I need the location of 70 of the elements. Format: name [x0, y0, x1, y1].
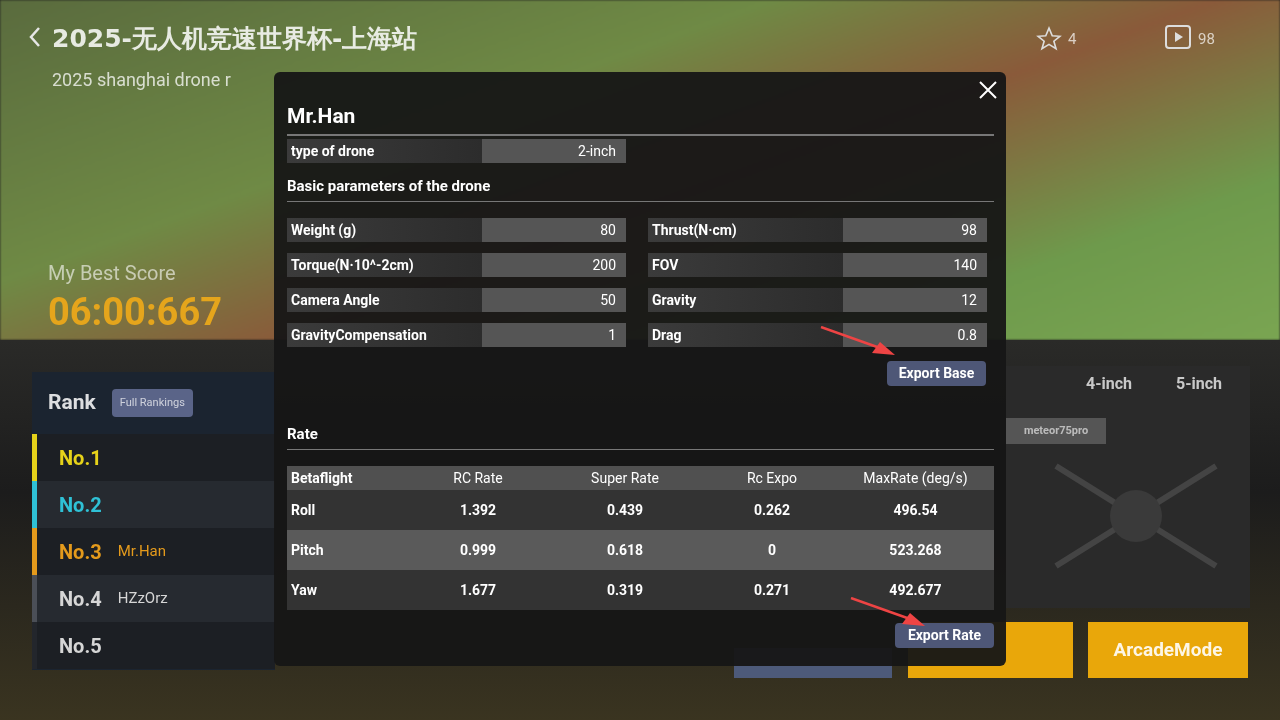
table-cell-text: 496.54 — [892, 500, 939, 520]
rank-row[interactable]: No.4 HZzOrz — [32, 575, 275, 622]
parameter-value: 50 — [482, 288, 626, 312]
video-count: 98 — [1198, 29, 1215, 50]
table-cell-text: 492.677 — [888, 580, 943, 600]
parameter-value: 140 — [843, 253, 987, 277]
table-cell-text: 0.618 — [605, 540, 645, 560]
rank-place: No.3 — [59, 538, 102, 566]
player-name: Mr.Han — [117, 541, 167, 563]
table-cell-text: 0.439 — [605, 500, 645, 520]
page-title: 2025-无人机竞速世界杯-上海站 — [52, 23, 418, 55]
table-cell-text: Yaw — [290, 580, 318, 600]
parameter-label: Camera Angle — [287, 288, 482, 312]
parameter-value: 1 — [482, 323, 626, 347]
player-name-heading: Mr.Han — [287, 103, 357, 130]
star-icon[interactable] — [1036, 26, 1062, 52]
parameter-label: Weight (g) — [287, 218, 482, 242]
best-score-time: 06:00:667 — [48, 289, 223, 336]
column-header: Rc Expo — [745, 468, 799, 488]
size-tab[interactable]: 4-inch — [1086, 372, 1132, 396]
full-rankings-button[interactable]: Full Rankings — [111, 389, 193, 417]
parameter-label: Thrust(N·cm) — [648, 218, 843, 242]
column-header: RC Rate — [452, 468, 504, 488]
parameter-value: 80 — [482, 218, 626, 242]
parameter-label: FOV — [648, 253, 843, 277]
table-cell-text: Pitch — [290, 540, 325, 560]
parameter-value: 200 — [482, 253, 626, 277]
back-chevron-icon[interactable] — [28, 26, 42, 48]
table-cell-text: 1.392 — [458, 500, 498, 520]
column-header: Betaflight — [290, 468, 354, 488]
parameter-value: 98 — [843, 218, 987, 242]
rank-place: No.5 — [59, 632, 102, 660]
rank-row[interactable]: No.2 — [32, 481, 275, 528]
table-cell-text: 523.268 — [888, 540, 943, 560]
table-cell-text: Roll — [290, 500, 317, 520]
close-icon[interactable] — [978, 80, 998, 100]
rank-title: Rank — [48, 389, 96, 417]
parameter-value: 2-inch — [482, 139, 626, 163]
parameter-value: 12 — [843, 288, 987, 312]
parameter-label: type of drone — [287, 139, 482, 163]
export-base-button[interactable]: Export Base — [887, 361, 986, 386]
star-count: 4 — [1068, 29, 1077, 50]
page-subtitle: 2025 shanghai drone r — [52, 68, 231, 92]
rank-row[interactable]: No.3 Mr.Han — [32, 528, 275, 575]
rank-place: No.2 — [59, 491, 102, 519]
rank-place: No.4 — [59, 585, 102, 613]
section-heading: Rate — [287, 424, 319, 445]
column-header: MaxRate (deg/s) — [862, 468, 969, 489]
video-play-icon[interactable] — [1164, 24, 1192, 50]
rank-place: No.1 — [59, 444, 102, 472]
rank-row[interactable]: No.5 — [32, 622, 275, 669]
size-tab[interactable]: 5-inch — [1176, 372, 1222, 396]
rank-row[interactable]: No.1 — [32, 434, 275, 481]
parameter-label: Torque(N·10^-2cm) — [287, 253, 482, 277]
drone-model-tag: meteor75pro — [1006, 418, 1106, 444]
parameter-label: Gravity — [648, 288, 843, 312]
table-cell-text: 0.999 — [458, 540, 498, 560]
parameter-label: Drag — [648, 323, 843, 347]
table-cell-text: 0.271 — [752, 580, 792, 600]
table-cell-text: 0.319 — [605, 580, 645, 600]
table-cell-text: 1.677 — [458, 580, 498, 600]
player-name: HZzOrz — [117, 588, 168, 610]
parameter-label: GravityCompensation — [287, 323, 482, 347]
column-header: Super Rate — [590, 468, 660, 488]
table-cell-text: 0 — [766, 540, 777, 560]
export-rate-button[interactable]: Export Rate — [895, 623, 994, 648]
table-cell-text: 0.262 — [752, 500, 792, 520]
best-score-label: My Best Score — [48, 260, 176, 287]
section-heading: Basic parameters of the drone — [287, 176, 492, 197]
parameter-value: 0.8 — [843, 323, 987, 347]
